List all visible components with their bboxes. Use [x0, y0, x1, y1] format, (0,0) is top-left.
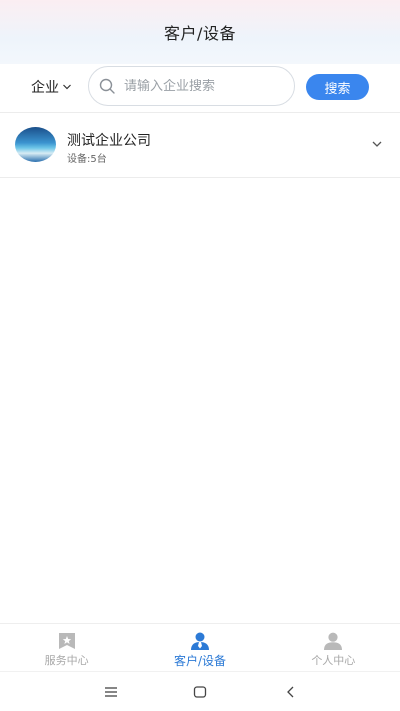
system-nav-bar	[0, 671, 400, 711]
list-item[interactable]: 测试企业公司 设备:5台	[0, 113, 400, 177]
tab-service-center[interactable]: 服务中心	[0, 624, 133, 671]
filter-dropdown[interactable]: 企业	[31, 76, 72, 98]
avatar	[15, 127, 56, 162]
tab-label: 客户/设备	[173, 654, 227, 668]
filter-label: 企业	[31, 80, 59, 96]
search-bar: 企业 搜索	[0, 64, 400, 112]
tab-label: 服务中心	[44, 654, 89, 667]
person-icon	[324, 632, 343, 650]
device-count: 设备:5台	[67, 154, 107, 165]
star-flag-icon	[58, 633, 75, 649]
chevron-down-icon[interactable]	[371, 138, 383, 150]
tab-profile[interactable]: 个人中心	[267, 624, 400, 671]
search-icon	[99, 78, 115, 94]
search-field[interactable]	[88, 66, 295, 106]
search-button[interactable]: 搜索	[306, 74, 369, 100]
customer-device-icon	[190, 632, 209, 650]
home-icon[interactable]	[192, 684, 208, 700]
chevron-down-icon	[63, 84, 71, 90]
search-input[interactable]	[124, 78, 284, 94]
company-name: 测试企业公司	[67, 133, 151, 149]
divider	[0, 177, 400, 178]
back-icon[interactable]	[283, 684, 299, 700]
app-header: 客户/设备	[0, 0, 400, 64]
menu-icon[interactable]	[103, 684, 119, 700]
bottom-tab-bar: 服务中心 客户/设备 个人中心	[0, 623, 400, 671]
tab-customer-device[interactable]: 客户/设备	[133, 624, 266, 671]
tab-label: 个人中心	[311, 654, 356, 667]
page-title: 客户/设备	[164, 24, 236, 43]
